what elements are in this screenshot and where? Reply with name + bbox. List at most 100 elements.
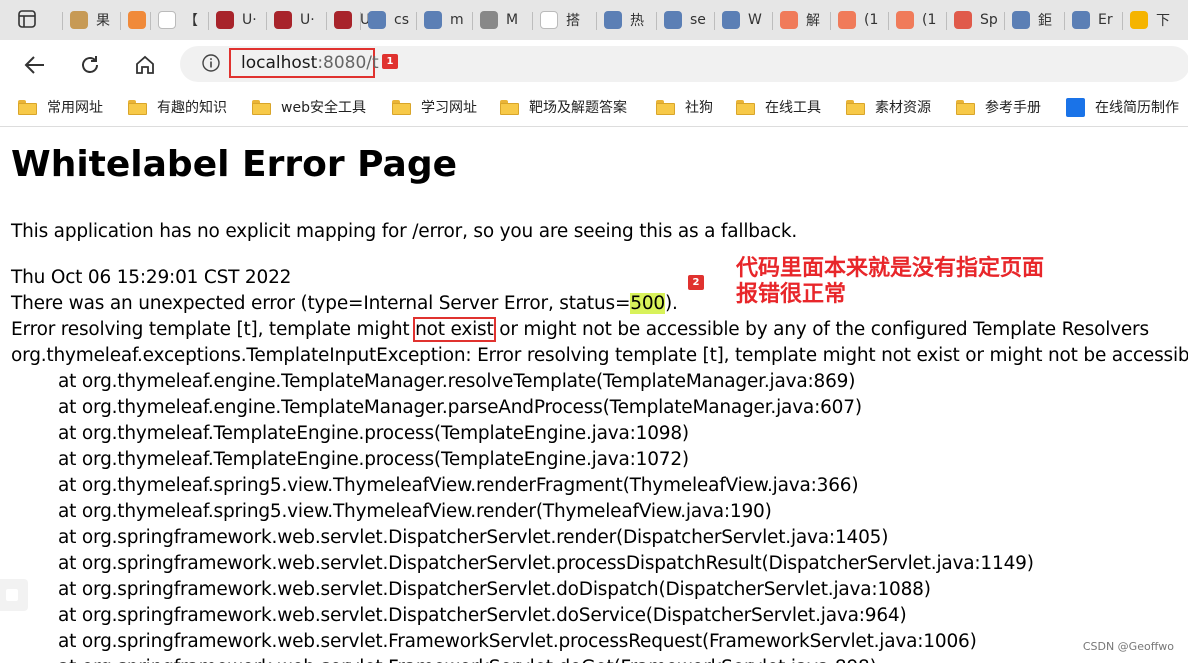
browser-tab[interactable]: cs — [368, 6, 409, 34]
tab-favicon-icon — [780, 11, 798, 29]
folder-icon — [18, 99, 37, 115]
tab-label: (1 — [864, 12, 879, 28]
tab-favicon-icon — [896, 11, 914, 29]
browser-tab[interactable]: Sp — [954, 6, 998, 34]
tab-separator — [830, 12, 831, 30]
browser-tab[interactable]: m — [424, 6, 464, 34]
address-toolbar: localhost:8080/t 1 — [0, 40, 1188, 88]
tab-label: 热 — [630, 13, 644, 29]
stack-trace-line: at org.thymeleaf.spring5.view.ThymeleafV… — [58, 501, 772, 522]
tab-separator — [1004, 12, 1005, 30]
stack-trace-line: at org.thymeleaf.engine.TemplateManager.… — [58, 397, 862, 418]
address-bar[interactable]: localhost:8080/t 1 — [180, 46, 1188, 82]
tab-favicon-icon — [70, 11, 88, 29]
tab-label: 【 — [184, 13, 198, 29]
bookmark-label: 常用网址 — [47, 100, 103, 116]
browser-tab[interactable]: 鉅 — [1012, 6, 1052, 34]
stack-trace-line: at org.springframework.web.servlet.Dispa… — [58, 553, 1034, 574]
tab-label: U· — [242, 12, 257, 28]
browser-tab[interactable]: M — [480, 6, 518, 34]
stack-trace-line: at org.thymeleaf.engine.TemplateManager.… — [58, 371, 856, 392]
window-menu-icon[interactable] — [18, 10, 36, 28]
browser-tab[interactable]: U· — [274, 6, 315, 34]
browser-tab[interactable]: 果 — [70, 6, 110, 34]
status-code: 500 — [630, 293, 665, 314]
tab-separator — [714, 12, 715, 30]
browser-tab[interactable]: (1 — [896, 6, 936, 34]
tab-label: 下 — [1156, 13, 1170, 29]
folder-icon — [846, 99, 865, 115]
error-summary: There was an unexpected error (type=Inte… — [11, 291, 678, 317]
bookmark-item[interactable]: 参考手册 — [956, 96, 1041, 118]
tab-separator — [472, 12, 473, 30]
browser-tab[interactable]: se — [664, 6, 706, 34]
tab-separator — [596, 12, 597, 30]
back-arrow-icon — [24, 56, 44, 74]
bookmark-label: 有趣的知识 — [157, 100, 227, 116]
annotation-line-2: 报错很正常 — [736, 281, 847, 307]
tab-separator — [208, 12, 209, 30]
browser-tab[interactable]: 下 — [1130, 6, 1170, 34]
fallback-message: This application has no explicit mapping… — [11, 221, 798, 242]
bookmark-item[interactable]: 社狗 — [656, 96, 713, 118]
tab-favicon-icon — [368, 11, 386, 29]
browser-tab[interactable]: Er — [1072, 6, 1113, 34]
info-icon[interactable] — [202, 54, 220, 72]
tab-label: M — [506, 12, 519, 28]
bookmark-item[interactable]: 常用网址 — [18, 96, 103, 118]
url-highlight-box[interactable]: localhost:8080/t — [229, 48, 379, 78]
tab-separator — [656, 12, 657, 30]
tab-separator — [150, 12, 151, 30]
bookmark-item[interactable]: 素材资源 — [846, 96, 931, 118]
bookmark-label: 靶场及解题答案 — [529, 100, 627, 116]
floating-widget[interactable] — [0, 579, 28, 611]
tab-separator — [772, 12, 773, 30]
bookmark-label: 社狗 — [685, 100, 713, 116]
page-title: Whitelabel Error Page — [11, 144, 458, 185]
folder-icon — [252, 99, 271, 115]
tab-favicon-icon — [604, 11, 622, 29]
home-button[interactable] — [130, 50, 160, 80]
bookmark-label: 参考手册 — [985, 100, 1041, 116]
tab-label: 搭 — [566, 13, 580, 29]
stack-trace-line: at org.springframework.web.servlet.Dispa… — [58, 527, 889, 548]
tab-label: U· — [300, 12, 315, 28]
tab-label: Sp — [980, 12, 998, 28]
folder-icon — [736, 99, 755, 115]
browser-tab[interactable]: 解 — [780, 6, 820, 34]
stack-trace-line: at org.thymeleaf.TemplateEngine.process(… — [58, 449, 689, 470]
bookmark-item[interactable]: web安全工具 — [252, 96, 366, 118]
reload-button[interactable] — [75, 50, 105, 80]
tab-strip: 果【U·U·U·csmM搭热seW解(1(1Sp鉅Er下 — [0, 0, 1188, 40]
error-summary-end: ). — [664, 293, 678, 314]
bookmark-label: 在线工具 — [765, 100, 821, 116]
bookmark-item[interactable]: 在线简历制作 — [1066, 96, 1179, 118]
tab-separator — [326, 12, 327, 30]
url-host: localhost — [241, 53, 318, 73]
browser-tab[interactable]: 热 — [604, 6, 644, 34]
browser-tab[interactable]: (1 — [838, 6, 878, 34]
bookmark-label: web安全工具 — [281, 100, 366, 116]
bookmark-item[interactable]: 学习网址 — [392, 96, 477, 118]
bookmark-item[interactable]: 在线工具 — [736, 96, 821, 118]
tab-favicon-icon — [274, 11, 292, 29]
browser-tab[interactable]: 搭 — [540, 6, 580, 34]
browser-tab[interactable]: W — [722, 6, 762, 34]
back-button[interactable] — [20, 50, 50, 80]
home-icon — [136, 55, 154, 74]
bookmark-item[interactable]: 靶场及解题答案 — [500, 96, 627, 118]
tab-label: m — [450, 12, 464, 28]
folder-icon — [500, 99, 519, 115]
stack-trace-line: at org.springframework.web.servlet.Dispa… — [58, 605, 907, 626]
tab-separator — [532, 12, 533, 30]
bookmark-label: 素材资源 — [875, 100, 931, 116]
browser-tab[interactable]: 【 — [158, 6, 198, 34]
bookmark-item[interactable]: 有趣的知识 — [128, 96, 227, 118]
annotation-badge-2: 2 — [688, 275, 704, 290]
tab-favicon-icon — [1012, 11, 1030, 29]
url-path: :8080/t — [317, 53, 379, 73]
tab-label: Er — [1098, 12, 1113, 28]
browser-tab[interactable]: U· — [216, 6, 257, 34]
stack-trace-line: at org.springframework.web.servlet.Frame… — [58, 655, 877, 663]
tab-separator — [1122, 12, 1123, 30]
